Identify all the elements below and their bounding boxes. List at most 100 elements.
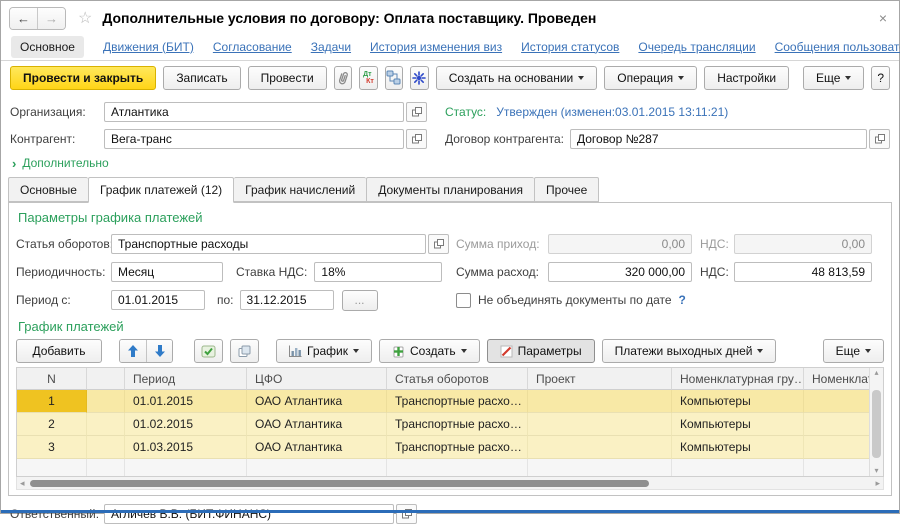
merge-checkbox[interactable] bbox=[456, 293, 471, 308]
cell-flag[interactable] bbox=[87, 390, 125, 413]
table-row[interactable]: 1 01.01.2015 ОАО Атлантика Транспортные … bbox=[17, 390, 869, 413]
nav-item-status-history[interactable]: История статусов bbox=[521, 40, 619, 54]
more-button[interactable]: Еще bbox=[803, 66, 864, 90]
cell-n[interactable]: 3 bbox=[17, 436, 87, 459]
nav-item-movements[interactable]: Движения (БИТ) bbox=[103, 40, 194, 54]
horizontal-scroll-thumb[interactable] bbox=[30, 480, 649, 487]
expense-field[interactable]: 320 000,00 bbox=[548, 262, 692, 282]
back-button[interactable]: ← bbox=[10, 8, 37, 29]
contractor-choose-button[interactable] bbox=[406, 129, 427, 149]
vat-out-field[interactable]: 48 813,59 bbox=[734, 262, 872, 282]
vertical-scroll-thumb[interactable] bbox=[872, 390, 881, 458]
turnover-choose-button[interactable] bbox=[428, 234, 449, 254]
create-menu-button[interactable]: Создать bbox=[379, 339, 480, 363]
table-row[interactable]: 3 01.03.2015 ОАО Атлантика Транспортные … bbox=[17, 436, 869, 459]
period-from-field[interactable]: 01.01.2015 bbox=[111, 290, 205, 310]
settings-button[interactable]: Настройки bbox=[704, 66, 789, 90]
chart-menu-button[interactable]: График bbox=[276, 339, 372, 363]
copy-row-button[interactable] bbox=[230, 339, 259, 363]
cell-project[interactable] bbox=[528, 413, 672, 436]
cell-cfo[interactable]: ОАО Атлантика bbox=[247, 390, 387, 413]
tab-other[interactable]: Прочее bbox=[534, 177, 599, 202]
move-down-button[interactable] bbox=[146, 340, 172, 362]
turnover-field[interactable]: Транспортные расходы bbox=[111, 234, 426, 254]
col-header-group[interactable]: Номенклатурная гру… bbox=[672, 368, 804, 390]
post-button[interactable]: Провести bbox=[248, 66, 327, 90]
cell-article[interactable]: Транспортные расхо… bbox=[387, 390, 528, 413]
weekend-payments-button[interactable]: Платежи выходных дней bbox=[602, 339, 777, 363]
nav-item-approval[interactable]: Согласование bbox=[213, 40, 292, 54]
periodicity-field[interactable]: Месяц bbox=[111, 262, 223, 282]
help-button[interactable]: ? bbox=[871, 66, 890, 90]
nav-item-visa-history[interactable]: История изменения виз bbox=[370, 40, 502, 54]
cell-group[interactable]: Компьютеры bbox=[672, 390, 804, 413]
period-ellipsis-button[interactable]: ... bbox=[342, 290, 378, 311]
col-header-project[interactable]: Проект bbox=[528, 368, 672, 390]
cell-group[interactable]: Компьютеры bbox=[672, 413, 804, 436]
cell-project[interactable] bbox=[528, 390, 672, 413]
attachments-button[interactable] bbox=[334, 66, 353, 90]
col-header-cfo[interactable]: ЦФО bbox=[247, 368, 387, 390]
cell-n[interactable]: 2 bbox=[17, 413, 87, 436]
cell-project[interactable] bbox=[528, 436, 672, 459]
cell-article[interactable]: Транспортные расхо… bbox=[387, 436, 528, 459]
cell-article[interactable]: Транспортные расхо… bbox=[387, 413, 528, 436]
post-and-close-button[interactable]: Провести и закрыть bbox=[10, 66, 156, 90]
vertical-scrollbar[interactable]: ▴ ▾ bbox=[869, 368, 883, 476]
col-header-n[interactable]: N bbox=[17, 368, 87, 390]
organization-choose-button[interactable] bbox=[406, 102, 427, 122]
close-icon[interactable]: × bbox=[875, 10, 891, 26]
contract-choose-button[interactable] bbox=[869, 129, 890, 149]
check-rows-button[interactable] bbox=[194, 339, 223, 363]
create-based-on-button[interactable]: Создать на основании bbox=[436, 66, 598, 90]
scroll-down-icon[interactable]: ▾ bbox=[874, 466, 878, 476]
parameters-button[interactable]: Параметры bbox=[487, 339, 595, 363]
cell-period[interactable]: 01.03.2015 bbox=[125, 436, 247, 459]
tab-payment-schedule[interactable]: График платежей (12) bbox=[88, 177, 234, 203]
cell-flag[interactable] bbox=[87, 413, 125, 436]
cell-period[interactable]: 01.02.2015 bbox=[125, 413, 247, 436]
col-header-flag[interactable] bbox=[87, 368, 125, 390]
vat-rate-field[interactable]: 18% bbox=[314, 262, 442, 282]
cell-nomenclature[interactable] bbox=[804, 413, 869, 436]
additional-expander[interactable]: › Дополнительно bbox=[10, 152, 890, 174]
nav-item-tasks[interactable]: Задачи bbox=[311, 40, 351, 54]
scroll-left-icon[interactable]: ◂ bbox=[20, 479, 25, 488]
highlight-button[interactable] bbox=[410, 66, 429, 90]
dt-kt-postings-button[interactable]: ДтКт bbox=[359, 66, 378, 90]
cell-nomenclature[interactable] bbox=[804, 390, 869, 413]
nav-item-broadcast-queue[interactable]: Очередь трансляции bbox=[638, 40, 755, 54]
cell-period[interactable]: 01.01.2015 bbox=[125, 390, 247, 413]
scroll-up-icon[interactable]: ▴ bbox=[874, 368, 878, 378]
save-button[interactable]: Записать bbox=[163, 66, 240, 90]
cell-flag[interactable] bbox=[87, 436, 125, 459]
operation-button[interactable]: Операция bbox=[604, 66, 697, 90]
add-row-button[interactable]: Добавить bbox=[16, 339, 102, 363]
col-header-article[interactable]: Статья оборотов bbox=[387, 368, 528, 390]
tab-planning-documents[interactable]: Документы планирования bbox=[366, 177, 534, 202]
responsible-choose-button[interactable] bbox=[396, 504, 417, 524]
cell-n[interactable]: 1 bbox=[17, 390, 87, 413]
scroll-right-icon[interactable]: ▸ bbox=[875, 479, 880, 488]
contract-field[interactable]: Договор №287 bbox=[570, 129, 867, 149]
help-question-icon[interactable]: ? bbox=[679, 293, 686, 307]
organization-field[interactable]: Атлантика bbox=[104, 102, 404, 122]
schedule-more-button[interactable]: Еще bbox=[823, 339, 884, 363]
forward-button[interactable]: → bbox=[37, 8, 65, 29]
responsible-field[interactable]: Агличев В.В. (БИТ.ФИНАНС) bbox=[104, 504, 394, 524]
structure-button[interactable] bbox=[385, 66, 404, 90]
horizontal-scrollbar[interactable]: ◂ ▸ bbox=[16, 477, 884, 490]
contractor-field[interactable]: Вега-транс bbox=[104, 129, 404, 149]
col-header-period[interactable]: Период bbox=[125, 368, 247, 390]
nav-item-main[interactable]: Основное bbox=[11, 36, 84, 58]
cell-cfo[interactable]: ОАО Атлантика bbox=[247, 436, 387, 459]
status-value-link[interactable]: Утвержден (изменен:03.01.2015 13:11:21) bbox=[496, 105, 728, 119]
tab-main[interactable]: Основные bbox=[8, 177, 88, 202]
favorite-star-icon[interactable]: ☆ bbox=[78, 8, 92, 28]
cell-group[interactable]: Компьютеры bbox=[672, 436, 804, 459]
cell-nomenclature[interactable] bbox=[804, 436, 869, 459]
move-up-button[interactable] bbox=[120, 340, 146, 362]
tab-accrual-schedule[interactable]: График начислений bbox=[234, 177, 366, 202]
col-header-nomenclature[interactable]: Номенклатура bbox=[804, 368, 869, 390]
table-row[interactable]: 2 01.02.2015 ОАО Атлантика Транспортные … bbox=[17, 413, 869, 436]
